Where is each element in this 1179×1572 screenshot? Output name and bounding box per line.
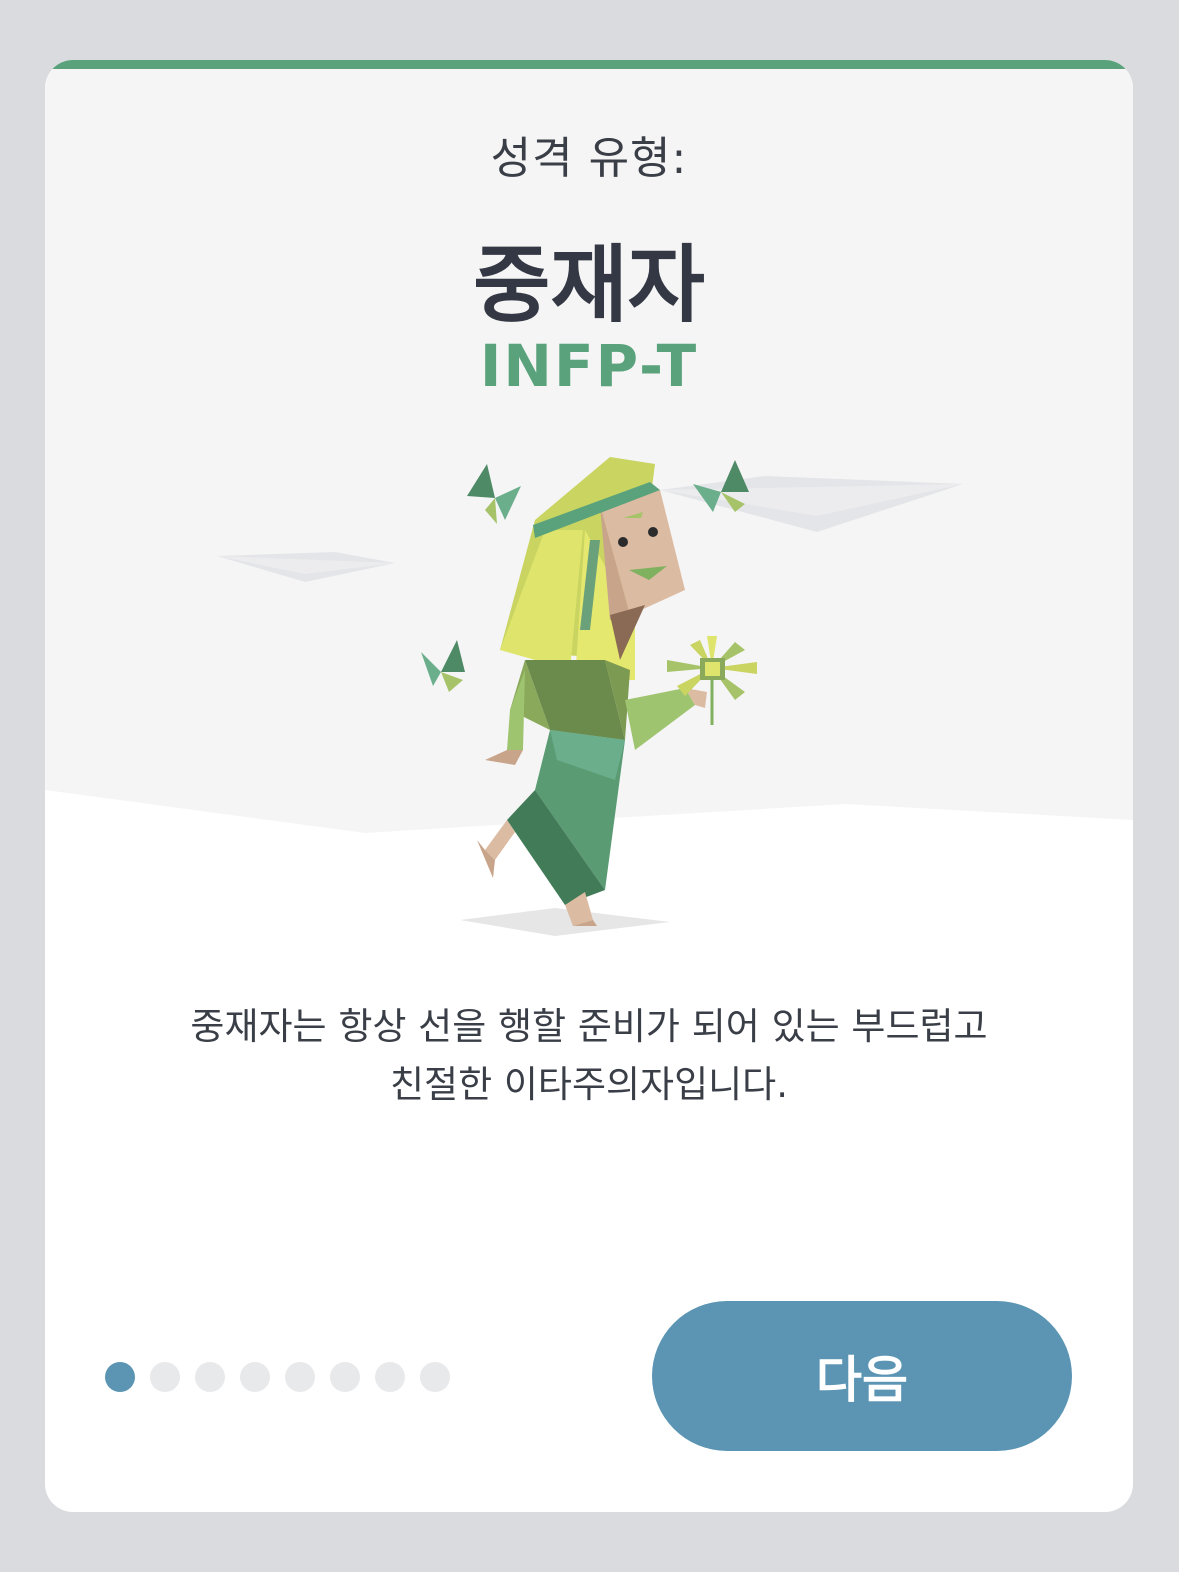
personality-title: 중재자	[473, 236, 705, 334]
personality-description: 중재자는 항상 선을 행할 준비가 되어 있는 부드럽고 친절한 이타주의자입니…	[125, 998, 1053, 1114]
description-line-2: 친절한 이타주의자입니다.	[390, 1063, 788, 1106]
page-dot[interactable]	[420, 1362, 450, 1392]
personality-code: INFP-T	[479, 332, 699, 400]
page-dot[interactable]	[195, 1362, 225, 1392]
page-dot-active[interactable]	[105, 1362, 135, 1392]
hero-scene	[45, 60, 1133, 960]
page-dot[interactable]	[375, 1362, 405, 1392]
personality-card: 성격 유형: 중재자 INFP-T 중재자는 항상 선을 행할 준비가 되어 있…	[45, 60, 1133, 1512]
page-indicator	[105, 1362, 450, 1392]
personality-type-label: 성격 유형:	[490, 133, 688, 184]
page-dot[interactable]	[285, 1362, 315, 1392]
page-dot[interactable]	[240, 1362, 270, 1392]
description-line-1: 중재자는 항상 선을 행할 준비가 되어 있는 부드럽고	[190, 1005, 988, 1048]
next-button[interactable]: 다음	[652, 1301, 1072, 1451]
page-dot[interactable]	[150, 1362, 180, 1392]
page-dot[interactable]	[330, 1362, 360, 1392]
mediator-figure-illustration	[45, 69, 1133, 936]
